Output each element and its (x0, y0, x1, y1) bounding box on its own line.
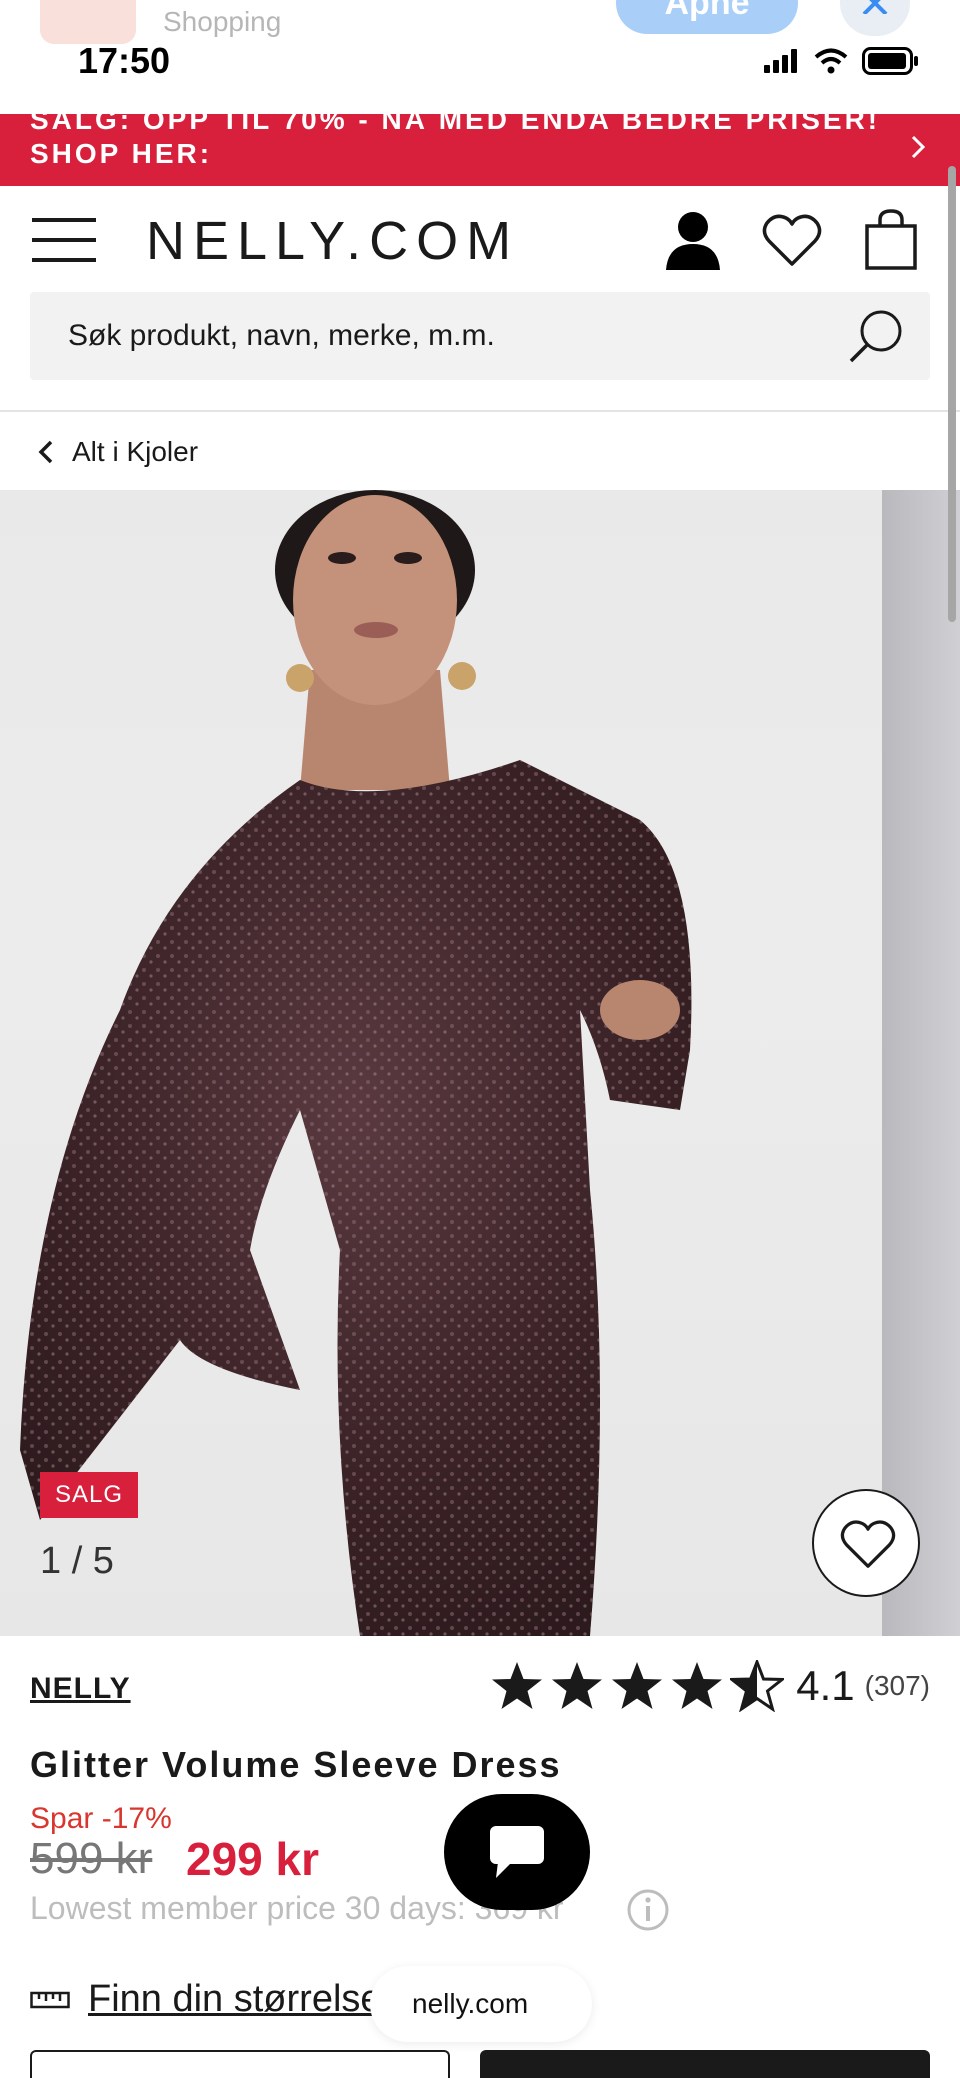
star-icon (552, 1662, 603, 1709)
size-select-button[interactable] (30, 2050, 450, 2078)
star-icon (492, 1662, 543, 1709)
chat-button[interactable] (444, 1794, 590, 1910)
app-icon (40, 0, 136, 44)
site-logo[interactable]: NELLY.COM (146, 210, 519, 272)
close-icon (862, 0, 888, 14)
ruler-icon (30, 1991, 70, 2008)
model-illustration (20, 490, 692, 1636)
review-count: (307) (864, 1670, 930, 1701)
product-photo[interactable] (0, 490, 882, 1636)
chevron-left-icon (38, 440, 53, 464)
info-icon[interactable] (626, 1888, 670, 1932)
sale-badge: SALG (40, 1472, 138, 1518)
image-counter: 1 / 5 (40, 1540, 114, 1582)
rating-value: 4.1 (796, 1662, 855, 1709)
add-to-cart-button[interactable] (480, 2050, 930, 2078)
url-text: nelly.com (412, 1988, 529, 2019)
breadcrumb[interactable]: Alt i Kjoler (38, 430, 198, 474)
half-star-icon (730, 1660, 785, 1712)
rating-stars (490, 1660, 785, 1712)
original-price: 599 kr (30, 1834, 153, 1883)
system-icons (764, 46, 920, 76)
close-banner-button[interactable] (840, 0, 910, 36)
promo-cta: SHOP HER: (30, 138, 213, 169)
heart-icon (840, 1520, 896, 1568)
wishlist-heart-icon[interactable] (762, 212, 822, 268)
browser-url-pill[interactable]: nelly.com (370, 1966, 592, 2042)
scrollbar[interactable] (948, 166, 956, 622)
star-icon (612, 1662, 663, 1709)
product-gallery[interactable]: SALG 1 / 5 (0, 490, 960, 1636)
add-to-wishlist-button[interactable] (812, 1489, 920, 1597)
cart-bag-icon[interactable] (864, 208, 918, 270)
size-guide[interactable]: Finn din størrelse (30, 1978, 382, 2021)
sale-price: 299 kr (186, 1833, 320, 1885)
brand-link[interactable]: NELLY (30, 1672, 131, 1706)
signal-icon (764, 49, 797, 73)
account-icon[interactable] (664, 210, 722, 270)
site-header: NELLY.COM (0, 186, 960, 294)
wifi-icon (814, 48, 848, 74)
menu-icon[interactable] (32, 216, 96, 264)
search-input[interactable] (68, 292, 828, 380)
open-app-button[interactable]: Åpne (616, 0, 798, 34)
rating[interactable]: 4.1 (307) (490, 1660, 930, 1712)
promo-banner[interactable]: SALG: OPP TIL 70% - NÅ MED ENDA BEDRE PR… (0, 114, 960, 186)
discount-label: Spar -17% (30, 1802, 172, 1835)
chat-bubble-icon (490, 1826, 544, 1878)
search-bar (30, 292, 930, 380)
star-icon (672, 1662, 723, 1709)
battery-icon (862, 47, 918, 75)
breadcrumb-label: Alt i Kjoler (72, 436, 199, 467)
search-icon[interactable] (848, 308, 906, 364)
status-bar: Shopping Åpne 17:50 (0, 0, 960, 82)
divider (0, 410, 960, 412)
promo-text: SALG: OPP TIL 70% - NÅ MED ENDA BEDRE PR… (30, 114, 881, 135)
size-guide-link: Finn din størrelse (88, 1978, 382, 2020)
app-subtitle: Shopping (163, 6, 282, 37)
clock: 17:50 (78, 40, 171, 81)
product-title: Glitter Volume Sleeve Dress (30, 1744, 562, 1785)
chevron-right-icon (911, 135, 926, 159)
next-photo-peek[interactable] (882, 490, 960, 1636)
